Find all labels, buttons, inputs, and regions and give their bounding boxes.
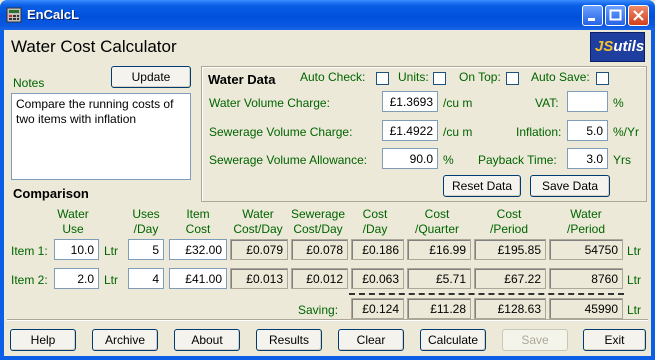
cost-quarter-header: Cost/Quarter: [414, 207, 459, 236]
item2-water-use-field[interactable]: 2.0: [54, 268, 99, 289]
help-button[interactable]: Help: [10, 329, 76, 351]
item2-water-cost-day: £0.013: [230, 268, 288, 289]
sewer-charge-field[interactable]: £1.4922: [382, 120, 438, 141]
on-top-label: On Top:: [459, 70, 501, 84]
window-title: EnCalcL: [27, 7, 80, 22]
saving-separator: [349, 293, 624, 295]
item-cost-header: Item Cost: [185, 207, 211, 236]
item2-cost-day: £0.063: [351, 268, 404, 289]
auto-save-checkbox[interactable]: [596, 72, 609, 85]
item2-label: Item 2:: [11, 273, 48, 287]
about-button[interactable]: About: [174, 329, 240, 351]
auto-check-label: Auto Check:: [300, 70, 366, 84]
jsutils-logo: JSutils: [590, 32, 645, 62]
item1-sewer-cost-day: £0.078: [291, 239, 348, 260]
archive-button[interactable]: Archive: [92, 329, 158, 351]
cost-day-header: Cost/Day: [362, 207, 388, 236]
item1-cost-field[interactable]: £32.00: [169, 239, 227, 260]
maximize-icon: [609, 9, 622, 21]
inflation-label: Inflation:: [516, 125, 562, 139]
vat-label: VAT:: [535, 96, 559, 110]
save-button[interactable]: Save: [502, 329, 568, 351]
water-period-header: Water/Period: [566, 207, 606, 236]
units-checkbox[interactable]: [433, 72, 446, 85]
uses-day-header: Uses/Day: [132, 207, 160, 236]
item1-water-period-unit: Ltr: [627, 244, 642, 258]
payback-label: Payback Time:: [478, 153, 557, 167]
sewer-allowance-field[interactable]: 90.0: [382, 148, 438, 169]
water-data-heading: Water Data: [208, 72, 276, 87]
item1-water-cost-day: £0.079: [230, 239, 288, 260]
inflation-unit: %/Yr: [613, 125, 640, 139]
item2-water-period-unit: Ltr: [627, 273, 642, 287]
item1-water-use-unit: Ltr: [104, 244, 119, 258]
close-button[interactable]: [628, 5, 649, 26]
item1-label: Item 1:: [11, 244, 48, 258]
minimize-button[interactable]: [582, 5, 603, 26]
item1-cost-period: £195.85: [474, 239, 546, 260]
app-title: Water Cost Calculator: [11, 37, 177, 56]
comparison-heading: Comparison: [13, 186, 89, 201]
saving-cost-period: £128.63: [474, 298, 546, 319]
sewer-charge-unit: /cu m: [443, 125, 473, 139]
item1-cost-day: £0.186: [351, 239, 404, 260]
water-charge-field[interactable]: £1.3693: [382, 91, 438, 112]
item1-cost-quarter: £16.99: [407, 239, 471, 260]
vat-field[interactable]: [567, 91, 608, 112]
clear-button[interactable]: Clear: [338, 329, 404, 351]
toolbar-divider: [7, 319, 648, 321]
payback-field[interactable]: 3.0: [567, 148, 608, 169]
water-charge-label: Water Volume Charge:: [209, 96, 330, 110]
on-top-checkbox[interactable]: [506, 72, 519, 85]
update-button[interactable]: Update: [111, 66, 191, 88]
units-label: Units:: [398, 70, 429, 84]
notes-label: Notes: [13, 76, 45, 90]
cost-period-header: Cost/Period: [489, 207, 529, 236]
item1-water-period: 54750: [549, 239, 623, 260]
auto-save-label: Auto Save:: [531, 70, 590, 84]
item1-water-use-field[interactable]: 10.0: [54, 239, 99, 260]
save-data-button[interactable]: Save Data: [530, 175, 610, 197]
item2-water-period: 8760: [549, 268, 623, 289]
window-frame-left: [0, 30, 4, 360]
exit-button[interactable]: Exit: [583, 329, 646, 351]
item2-uses-field[interactable]: 4: [128, 268, 164, 289]
title-bar[interactable]: [0, 0, 655, 30]
sewer-allowance-label: Sewerage Volume Allowance:: [209, 153, 368, 167]
close-icon: [633, 10, 644, 21]
water-use-header: Water Use: [57, 207, 89, 236]
item2-cost-quarter: £5.71: [407, 268, 471, 289]
item2-water-use-unit: Ltr: [104, 273, 119, 287]
saving-water-period: 45990: [549, 298, 623, 319]
calculate-button[interactable]: Calculate: [420, 329, 486, 351]
reset-data-button[interactable]: Reset Data: [443, 175, 521, 197]
sewer-charge-label: Sewerage Volume Charge:: [209, 125, 353, 139]
sewer-cost-day-header: Sewerage Cost/Day: [290, 207, 346, 236]
item2-cost-period: £67.22: [474, 268, 546, 289]
results-button[interactable]: Results: [256, 329, 322, 351]
item1-uses-field[interactable]: 5: [128, 239, 164, 260]
payback-unit: Yrs: [613, 153, 631, 167]
maximize-button[interactable]: [605, 5, 626, 26]
inflation-field[interactable]: 5.0: [567, 120, 608, 141]
calculator-icon: [6, 7, 22, 23]
item2-sewer-cost-day: £0.012: [291, 268, 348, 289]
item2-cost-field[interactable]: £41.00: [169, 268, 227, 289]
saving-cost-day: £0.124: [351, 298, 404, 319]
sewer-allowance-unit: %: [443, 153, 454, 167]
saving-cost-quarter: £11.28: [407, 298, 471, 319]
saving-water-period-unit: Ltr: [627, 303, 642, 317]
saving-label: Saving:: [298, 303, 339, 317]
window-frame-right: [651, 30, 655, 360]
window-frame-bottom: [0, 356, 655, 360]
vat-unit: %: [613, 96, 624, 110]
water-charge-unit: /cu m: [443, 96, 473, 110]
water-cost-day-header: Water Cost/Day: [233, 207, 283, 236]
minimize-icon: [588, 18, 595, 21]
auto-check-checkbox[interactable]: [376, 72, 389, 85]
notes-textarea[interactable]: Compare the running costs of two items w…: [11, 93, 191, 180]
